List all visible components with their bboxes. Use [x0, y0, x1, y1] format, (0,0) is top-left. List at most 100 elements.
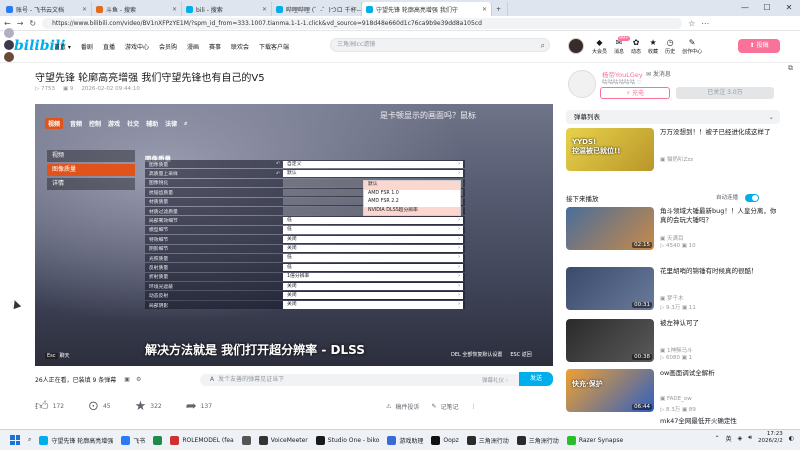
- send-danmaku-button[interactable]: 发送: [519, 372, 553, 386]
- new-window-icon[interactable]: ⧉: [788, 64, 793, 73]
- close-tab-icon[interactable]: ✕: [262, 6, 267, 13]
- close-tab-icon[interactable]: ✕: [82, 6, 87, 13]
- follow-button[interactable]: 已关注 3.0万: [676, 87, 774, 99]
- video-thumbnail[interactable]: YYDS! 控温被已就位!!: [566, 128, 654, 171]
- forward-icon[interactable]: →: [17, 19, 24, 28]
- notification-icon[interactable]: ◐: [789, 435, 794, 442]
- video-uploader[interactable]: ▣ 1神稣马斗: [660, 346, 692, 354]
- header-nav-4[interactable]: ◷ 历史: [665, 38, 675, 55]
- taskbar-app[interactable]: Razer Synapse: [566, 435, 623, 445]
- browser-tab[interactable]: 账号 - 飞书云文档 ✕: [2, 2, 92, 16]
- danmaku-etiquette-link[interactable]: 弹幕礼仪 ›: [482, 376, 508, 384]
- nav-item[interactable]: 赛事: [209, 42, 221, 51]
- danmaku-settings-icon[interactable]: ⚙: [136, 376, 141, 383]
- video-thumbnail[interactable]: 快充·保护 06:44: [566, 369, 654, 412]
- recommended-video[interactable]: YYDS! 控温被已就位!! 万万没想到！！被子已经进化成这样了 ▣ 猫奶叭Zzz: [566, 128, 780, 171]
- video-uploader[interactable]: ▣ 天满目: [660, 234, 683, 242]
- video-uploader[interactable]: ▣ FADE_ow: [660, 396, 692, 402]
- nav-item[interactable]: 会员购: [159, 42, 177, 51]
- danmaku-style-icon[interactable]: A: [210, 376, 214, 383]
- browser-tab[interactable]: bili - 搜索 ✕: [182, 2, 272, 16]
- video-thumbnail[interactable]: 02:15: [566, 207, 654, 250]
- side-avatar[interactable]: [4, 40, 14, 50]
- taskbar-app[interactable]: 三角洲行动: [516, 435, 559, 445]
- extensions-icon[interactable]: ⋯: [701, 19, 709, 28]
- autoplay-toggle[interactable]: [745, 194, 759, 202]
- nav-item[interactable]: 下载客户端: [259, 42, 289, 51]
- video-thumbnail[interactable]: 00:31: [566, 267, 654, 310]
- side-avatar[interactable]: [4, 52, 14, 62]
- nav-item[interactable]: 直播: [103, 42, 115, 51]
- notes-button[interactable]: ✎ 记笔记: [431, 402, 458, 411]
- share-button[interactable]: ➦ 137: [186, 399, 212, 414]
- taskbar-app[interactable]: 游戏助理: [387, 435, 423, 445]
- taskbar-app[interactable]: Oopz: [431, 435, 459, 445]
- video-title[interactable]: mk47全网最低开火确定性: [660, 417, 778, 426]
- nav-item[interactable]: 游戏中心: [125, 42, 149, 51]
- star-icon[interactable]: ☆: [688, 19, 695, 28]
- danmaku-list-header[interactable]: 弹幕列表 ⌄: [566, 110, 780, 124]
- recommended-video[interactable]: 00:38 被左神认可了 ▣ 1神稣马斗 ▷ 6080 ▣ 1: [566, 319, 780, 362]
- network-icon[interactable]: ◈: [738, 435, 743, 442]
- recommended-video[interactable]: 00:31 花里胡哨的锦锤有时候真的很酷！ ▣ 梦千木 ▷ 9.3万 ▣ 11: [566, 267, 780, 311]
- browser-tab[interactable]: 斗鱼 - 搜索 ✕: [92, 2, 182, 16]
- uploader-avatar[interactable]: [568, 70, 596, 98]
- browser-tab[interactable]: 守望先锋 轮廓高亮增强 我们守 ✕: [362, 2, 492, 16]
- new-tab-icon[interactable]: +: [492, 2, 508, 16]
- video-uploader[interactable]: ▣ 梦千木: [660, 294, 683, 302]
- video-title[interactable]: 万万没想到！！被子已经进化成这样了: [660, 128, 778, 137]
- chevron-up-icon[interactable]: ⌃: [715, 435, 720, 442]
- clock[interactable]: 17:23 2026/2/2: [758, 431, 783, 445]
- taskbar-app[interactable]: VoiceMeeter: [258, 435, 308, 445]
- taskbar-app[interactable]: 三角洲行动: [466, 435, 509, 445]
- reload-icon[interactable]: ↻: [29, 19, 36, 28]
- taskbar-app[interactable]: 守望先锋 轮廓高亮增强: [39, 435, 113, 445]
- side-avatar[interactable]: [4, 28, 14, 38]
- video-title[interactable]: 被左神认可了: [660, 319, 778, 328]
- video-title[interactable]: 花里胡哨的锦锤有时候真的很酷！: [660, 267, 778, 276]
- taskbar-app[interactable]: [241, 435, 251, 445]
- danmaku-input[interactable]: A 发个友善的弹幕见证当下: [200, 374, 530, 386]
- header-nav-0[interactable]: ◆ 大会员: [592, 38, 607, 55]
- chevron-down-icon[interactable]: ⌄: [769, 110, 774, 124]
- nav-item[interactable]: 漫画: [187, 42, 199, 51]
- charge-button[interactable]: ⚡ 充电: [600, 87, 670, 99]
- header-nav-5[interactable]: ✎ 创作中心: [682, 38, 702, 55]
- video-player[interactable]: 视频 音频 控制 游戏 社交 辅助 法律 ⌕ 是卡顿显示的画面吗？鼠标 视频 图像质量 详情 图像…: [35, 104, 553, 366]
- upload-button[interactable]: ⬆ 投稿: [738, 39, 780, 53]
- back-icon[interactable]: ←: [4, 19, 11, 28]
- minimize-icon[interactable]: —: [734, 0, 756, 16]
- header-nav-3[interactable]: ★ 收藏: [648, 38, 658, 55]
- windows-start-icon[interactable]: [10, 435, 20, 445]
- browser-tab[interactable]: 哔哩哔哩 (゜-゜)つロ 千杯--bilibili✕: [272, 2, 362, 16]
- recommended-video[interactable]: 快充·保护 06:44 ow画面调试全解析 ▣ FADE_ow ▷ 8.3万 ▣ 89: [566, 369, 780, 413]
- nav-item[interactable]: 联欢会: [231, 42, 249, 51]
- header-nav-2[interactable]: ✿ 动态: [631, 38, 641, 55]
- message-link[interactable]: ✉ 发消息: [646, 69, 671, 78]
- search-input[interactable]: 三角洲lcc滤镜 ⌕: [330, 38, 550, 52]
- video-title[interactable]: 角斗领域大锤最新bug！！人皇分离，你真的会玩大锤吗？: [660, 207, 778, 224]
- favorite-button[interactable]: ★ 322: [135, 399, 162, 414]
- close-tab-icon[interactable]: ✕: [172, 6, 177, 13]
- danmaku-toggle-icon[interactable]: ▣: [124, 376, 130, 383]
- nav-item[interactable]: 番剧: [81, 42, 93, 51]
- more-button[interactable]: ⋮: [471, 403, 477, 410]
- nav-item[interactable]: 首页 ▾: [54, 42, 71, 51]
- maximize-icon[interactable]: ☐: [756, 0, 778, 16]
- close-icon[interactable]: ✕: [778, 0, 800, 16]
- like-button[interactable]: 👍︎ 172: [35, 399, 64, 414]
- close-tab-icon[interactable]: ✕: [482, 6, 487, 13]
- taskbar-app[interactable]: [153, 435, 163, 445]
- coin-button[interactable]: ⊙ 45: [88, 399, 111, 414]
- taskbar-app[interactable]: 飞书: [121, 435, 145, 445]
- user-avatar[interactable]: [568, 38, 584, 54]
- ime-indicator[interactable]: 英: [726, 434, 732, 443]
- url-field[interactable]: https://www.bilibili.com/video/BV1nXFPzY…: [42, 17, 683, 29]
- video-uploader[interactable]: ▣ 猫奶叭Zzz: [660, 155, 693, 163]
- video-thumbnail[interactable]: 00:38: [566, 319, 654, 362]
- search-icon[interactable]: ⌕: [541, 40, 545, 52]
- taskbar-app[interactable]: Studio One - biko: [315, 435, 379, 445]
- report-button[interactable]: ⚠ 稿件投诉: [386, 402, 419, 411]
- volume-icon[interactable]: 🔊︎: [748, 434, 752, 442]
- taskbar-app[interactable]: ROLEMODEL (fea: [170, 435, 234, 445]
